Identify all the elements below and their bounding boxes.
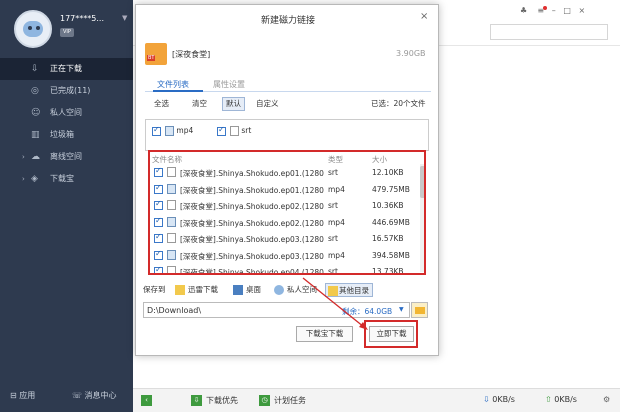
annotation-arrow xyxy=(302,277,368,330)
arrow-line xyxy=(302,277,365,328)
arrow-head xyxy=(359,322,368,330)
